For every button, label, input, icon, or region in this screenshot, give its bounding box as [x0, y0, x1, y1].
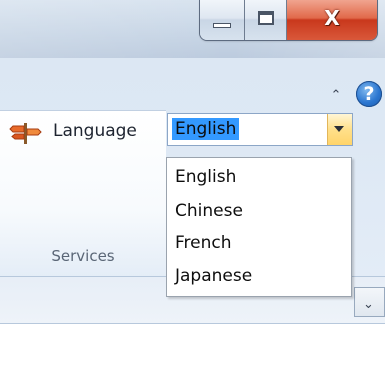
chevron-up-icon: ⌃: [330, 88, 342, 103]
group-label-services: Services: [51, 247, 115, 265]
language-option-chinese[interactable]: Chinese: [175, 196, 243, 226]
language-label: Language: [53, 121, 137, 141]
language-dropdown-list: English Chinese French Japanese: [166, 157, 352, 297]
language-option-japanese[interactable]: Japanese: [175, 261, 252, 291]
language-option-french[interactable]: French: [175, 228, 232, 258]
help-button[interactable]: ?: [356, 81, 382, 107]
status-area: [0, 324, 385, 370]
window-caption-buttons: X: [200, 0, 377, 40]
close-icon: X: [324, 6, 340, 30]
language-option-english[interactable]: English: [175, 162, 236, 192]
signpost-icon: [9, 123, 42, 144]
maximize-icon: [258, 11, 274, 25]
strip-scroll-button[interactable]: ⌄: [354, 287, 385, 317]
minimize-button[interactable]: [200, 0, 245, 40]
language-combobox[interactable]: English: [167, 113, 353, 146]
maximize-button[interactable]: [245, 0, 287, 40]
chevron-down-icon: [334, 126, 344, 132]
collapse-ribbon-button[interactable]: ⌃: [326, 88, 346, 104]
close-button[interactable]: X: [287, 0, 377, 40]
minimize-icon: [213, 23, 231, 28]
chevron-down-icon: ⌄: [363, 297, 374, 312]
language-dropdown-button[interactable]: [327, 114, 352, 145]
help-icon: ?: [363, 83, 375, 105]
language-selected-value[interactable]: English: [172, 118, 240, 140]
